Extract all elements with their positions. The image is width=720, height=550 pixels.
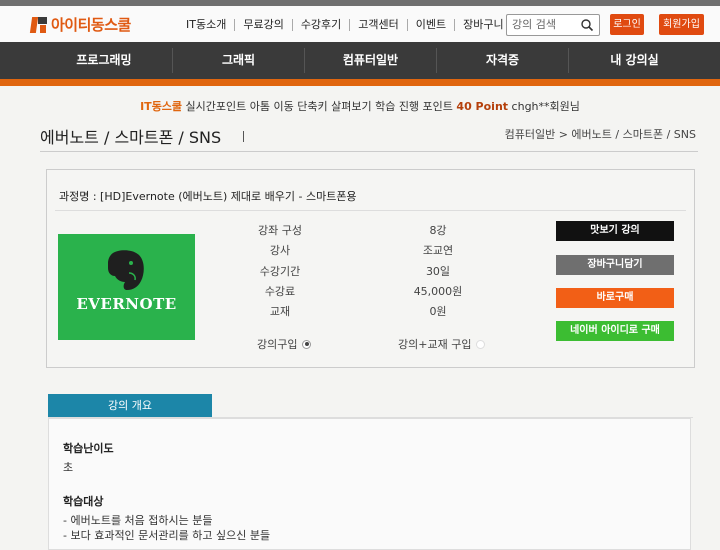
tab-course-overview[interactable]: 강의 개요 [48, 394, 212, 417]
course-divider [55, 210, 686, 211]
evernote-elephant-icon [108, 250, 144, 290]
top-nav-about[interactable]: IT동소개 [178, 19, 236, 31]
top-nav: IT동소개 무료강의 수강후기 고객센터 이벤트 장바구니 [178, 19, 512, 31]
target-heading: 학습대상 [63, 495, 104, 508]
join-button[interactable]: 회원가입 [659, 14, 704, 35]
preview-lecture-button[interactable]: 맛보기 강의 [556, 221, 674, 241]
info-label-structure: 강좌 구성 [258, 224, 302, 237]
naver-buy-button[interactable]: 네이버 아이디로 구매 [556, 321, 674, 341]
logo-text: 아이티동스쿨 [51, 16, 131, 34]
realtime-point-bar: IT동스쿨 실시간포인트 아톰 이동 단축키 살펴보기 학습 진행 포인트 40… [0, 98, 720, 114]
top-nav-events[interactable]: 이벤트 [408, 19, 456, 31]
course-thumbnail: EVERNOTE [58, 234, 195, 340]
main-nav: 프로그래밍 그래픽 컴퓨터일반 자격증 내 강의실 [0, 42, 720, 86]
target-item: - 보다 효과적인 문서관리를 하고 싶으신 분들 [63, 529, 271, 542]
top-nav-support[interactable]: 고객센터 [350, 19, 408, 31]
purchase-option-lecture[interactable]: 강의구입 [257, 336, 312, 352]
buy-now-button[interactable]: 바로구매 [556, 288, 674, 308]
info-label-textbook: 교재 [269, 305, 291, 318]
purchase-option-lecture-book-label: 강의+교재 구입 [398, 338, 472, 351]
main-nav-graphics[interactable]: 그래픽 [173, 42, 304, 79]
page-title: 에버노트 / 스마트폰 / SNS [40, 128, 222, 147]
main-nav-accent-bar [0, 79, 720, 86]
search-icon[interactable] [580, 18, 594, 32]
main-nav-computer-general[interactable]: 컴퓨터일반 [305, 42, 436, 79]
top-nav-reviews[interactable]: 수강후기 [293, 19, 351, 31]
top-nav-cart[interactable]: 장바구니 [455, 19, 511, 31]
title-caret [243, 131, 244, 142]
point-value: 40 Point [456, 100, 509, 113]
purchase-option-lecture-book-radio[interactable] [476, 339, 486, 349]
logo-mark-icon [29, 16, 48, 34]
add-to-cart-button[interactable]: 장바구니담기 [556, 255, 674, 275]
main-nav-my-classroom[interactable]: 내 강의실 [569, 42, 700, 79]
point-brand: IT동스쿨 [140, 100, 183, 113]
info-label-period: 수강기간 [259, 265, 301, 278]
main-nav-programming[interactable]: 프로그래밍 [36, 42, 172, 79]
course-overview-panel: 학습난이도 초 학습대상 - 에버노트를 처음 접하시는 분들 - 보다 효과적… [48, 418, 691, 550]
level-heading: 학습난이도 [63, 442, 114, 455]
breadcrumb[interactable]: 컴퓨터일반 > 에버노트 / 스마트폰 / SNS [505, 126, 696, 142]
info-value-period: 30일 [425, 265, 451, 278]
site-logo[interactable]: 아이티동스쿨 [29, 14, 131, 35]
course-name: 과정명 : [HD]Evernote (에버노트) 제대로 배우기 - 스마트폰… [59, 190, 357, 203]
purchase-option-lecture-book[interactable]: 강의+교재 구입 [398, 336, 486, 352]
info-value-structure: 8강 [429, 224, 447, 237]
point-text: 실시간포인트 아톰 이동 단축키 살펴보기 학습 진행 포인트 [182, 100, 457, 113]
course-panel: 과정명 : [HD]Evernote (에버노트) 제대로 배우기 - 스마트폰… [46, 169, 695, 368]
info-value-textbook: 0원 [429, 305, 447, 318]
purchase-option-lecture-label: 강의구입 [257, 338, 298, 351]
top-nav-free-lectures[interactable]: 무료강의 [235, 19, 293, 31]
thumbnail-text: EVERNOTE [76, 295, 177, 313]
level-value: 초 [63, 461, 74, 474]
login-button[interactable]: 로그인 [610, 14, 644, 35]
point-user: chgh**회원님 [508, 100, 580, 113]
info-label-fee: 수강료 [264, 285, 296, 298]
info-value-instructor: 조교연 [422, 244, 454, 257]
target-item: - 에버노트를 처음 접하시는 분들 [63, 514, 213, 527]
info-label-instructor: 강사 [269, 244, 291, 257]
main-nav-certification[interactable]: 자격증 [437, 42, 568, 79]
site-header: 아이티동스쿨 IT동소개 무료강의 수강후기 고객센터 이벤트 장바구니 로그인… [0, 6, 720, 42]
title-divider [40, 151, 698, 152]
search-input[interactable] [512, 17, 580, 32]
info-value-fee: 45,000원 [413, 285, 463, 298]
purchase-option-lecture-radio[interactable] [302, 339, 312, 349]
search-box [506, 14, 600, 36]
